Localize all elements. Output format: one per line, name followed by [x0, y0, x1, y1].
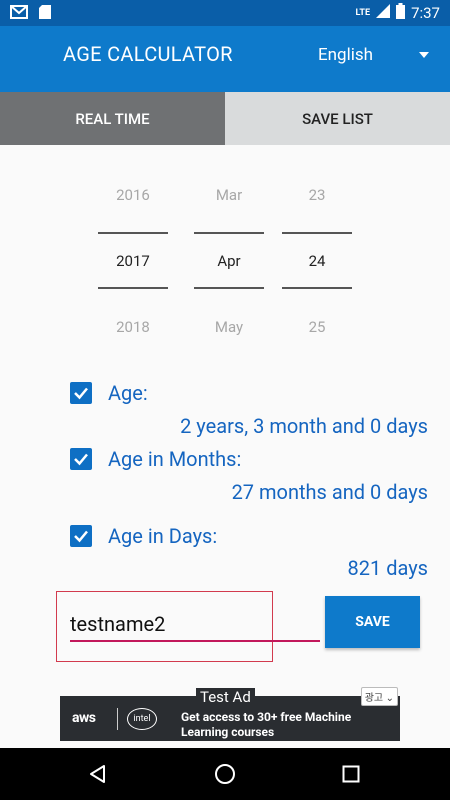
age-label: Age:	[108, 381, 148, 405]
picker-divider	[282, 232, 352, 234]
picker-divider	[282, 287, 352, 289]
app-bar: AGE CALCULATOR English	[0, 26, 450, 92]
age-in-months-value: 27 months and 0 days	[231, 480, 428, 504]
intel-logo: intel	[127, 708, 157, 730]
tab-real-time[interactable]: REAL TIME	[0, 92, 225, 145]
month-prev[interactable]: Mar	[194, 186, 264, 204]
battery-icon	[396, 3, 406, 23]
picker-divider	[98, 287, 168, 289]
day-next[interactable]: 25	[282, 318, 352, 336]
month-selected[interactable]: Apr	[194, 252, 264, 270]
ad-text: Get access to 30+ free Machine Learning …	[181, 710, 352, 739]
language-select[interactable]: English	[318, 45, 373, 65]
day-selected[interactable]: 24	[282, 252, 352, 270]
picker-divider	[98, 232, 168, 234]
check-icon	[74, 530, 88, 543]
age-in-days-label: Age in Days:	[108, 524, 218, 548]
back-icon[interactable]	[88, 764, 108, 784]
app-title: AGE CALCULATOR	[63, 42, 233, 66]
age-in-days-value: 821 days	[347, 556, 428, 580]
age-in-months-label: Age in Months:	[108, 447, 242, 471]
signal-icon	[376, 4, 391, 22]
name-input[interactable]: testname2	[56, 591, 273, 662]
name-input-value[interactable]: testname2	[70, 612, 165, 636]
network-type: LTE	[355, 8, 371, 18]
day-picker[interactable]: 23 24 25	[282, 145, 352, 365]
year-next[interactable]: 2018	[98, 318, 168, 336]
ad-banner[interactable]: Test Ad 광고 ⌄ aws intel Get access to 30+…	[60, 687, 400, 741]
aws-logo: aws	[72, 710, 96, 726]
year-picker[interactable]: 2016 2017 2018	[98, 145, 168, 365]
check-icon	[74, 453, 88, 466]
check-icon	[74, 387, 88, 400]
navigation-bar	[0, 748, 450, 800]
ad-tag: Test Ad	[196, 688, 255, 706]
gmail-icon	[10, 4, 28, 24]
input-underline	[70, 640, 320, 642]
month-next[interactable]: May	[194, 318, 264, 336]
tab-save-list[interactable]: SAVE LIST	[225, 92, 450, 145]
chevron-down-icon[interactable]	[419, 52, 429, 58]
recents-icon[interactable]	[342, 765, 360, 783]
status-bar: LTE 7:37	[0, 0, 450, 26]
ad-choices-button[interactable]: 광고 ⌄	[360, 687, 398, 706]
age-in-months-checkbox[interactable]	[70, 448, 92, 470]
sd-card-icon	[38, 4, 52, 24]
year-selected[interactable]: 2017	[98, 252, 168, 270]
picker-divider	[194, 287, 264, 289]
picker-divider	[194, 232, 264, 234]
home-icon[interactable]	[214, 763, 236, 785]
age-value: 2 years, 3 month and 0 days	[180, 414, 428, 438]
tab-bar: REAL TIME SAVE LIST	[0, 92, 450, 145]
ad-divider	[117, 708, 118, 730]
clock: 7:37	[411, 4, 440, 22]
age-checkbox[interactable]	[70, 382, 92, 404]
day-prev[interactable]: 23	[282, 186, 352, 204]
ad-choices-label: 광고	[364, 693, 384, 704]
save-button[interactable]: SAVE	[325, 596, 420, 648]
year-prev[interactable]: 2016	[98, 186, 168, 204]
age-in-days-checkbox[interactable]	[70, 525, 92, 547]
month-picker[interactable]: Mar Apr May	[194, 145, 264, 365]
